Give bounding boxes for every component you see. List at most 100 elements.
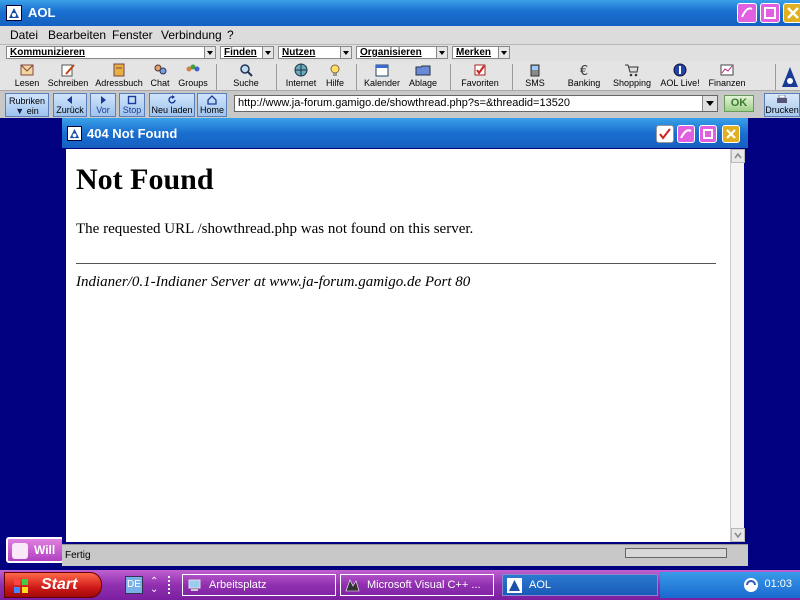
tool-label: Chat bbox=[150, 78, 170, 88]
desktop-background bbox=[0, 118, 60, 566]
language-indicator[interactable]: DE bbox=[125, 576, 143, 594]
reload-button[interactable]: Neu laden bbox=[149, 93, 195, 117]
menu-bar: Datei Bearbeiten Fenster Verbindung ? bbox=[0, 26, 800, 45]
page-heading: Not Found bbox=[76, 163, 214, 196]
scroll-up-icon[interactable] bbox=[731, 149, 745, 163]
tool-label: SMS bbox=[525, 78, 545, 88]
tool-label: AOL Live! bbox=[660, 78, 700, 88]
side-tab[interactable]: Will bbox=[6, 537, 64, 563]
channel-finden[interactable]: Finden bbox=[220, 46, 274, 59]
tool-suche[interactable]: Suche bbox=[230, 63, 262, 88]
channel-organisieren[interactable]: Organisieren bbox=[356, 46, 448, 59]
close-button[interactable] bbox=[783, 3, 800, 23]
tool-adressbuch[interactable]: Adressbuch bbox=[94, 63, 144, 88]
windows-flag-icon bbox=[14, 579, 28, 593]
channel-merken[interactable]: Merken bbox=[452, 46, 510, 59]
window-close-button[interactable] bbox=[722, 125, 740, 143]
toolbar-separator bbox=[450, 64, 451, 90]
window-minimize-button[interactable] bbox=[677, 125, 695, 143]
chat-icon bbox=[154, 64, 167, 75]
tool-favoriten[interactable]: Favoriten bbox=[458, 63, 502, 88]
live-icon bbox=[673, 63, 687, 77]
reload-icon bbox=[168, 95, 176, 104]
menu-bearbeiten[interactable]: Bearbeiten bbox=[48, 28, 106, 42]
tool-label: Suche bbox=[233, 78, 259, 88]
tool-schreiben[interactable]: Schreiben bbox=[46, 63, 90, 88]
start-label: Start bbox=[41, 576, 78, 593]
print-label: Drucken bbox=[765, 105, 799, 115]
tool-aol-live[interactable]: AOL Live! bbox=[658, 63, 702, 88]
menu-help[interactable]: ? bbox=[227, 28, 234, 42]
minimize-button[interactable] bbox=[737, 3, 757, 23]
side-tab-label: Will bbox=[34, 543, 56, 557]
back-button[interactable]: Zurück bbox=[53, 93, 87, 117]
menu-fenster[interactable]: Fenster bbox=[112, 28, 153, 42]
tool-label: Internet bbox=[285, 78, 317, 88]
toolbar-separator bbox=[512, 64, 513, 90]
menu-verbindung[interactable]: Verbindung bbox=[161, 28, 222, 42]
progress-bar bbox=[625, 548, 727, 558]
print-button[interactable]: Drucken bbox=[764, 93, 800, 117]
channel-nutzen[interactable]: Nutzen bbox=[278, 46, 352, 59]
window-title: 404 Not Found bbox=[87, 126, 178, 141]
chevron-down-icon[interactable] bbox=[204, 47, 215, 58]
tool-label: Shopping bbox=[612, 78, 652, 88]
task-visual-cpp[interactable]: Microsoft Visual C++ ... bbox=[340, 574, 494, 596]
tool-chat[interactable]: Chat bbox=[148, 63, 172, 88]
server-signature: Indianer/0.1-Indianer Server at www.ja-f… bbox=[76, 274, 471, 290]
clock[interactable]: 01:03 bbox=[764, 578, 792, 590]
channel-label: Kommunizieren bbox=[10, 47, 86, 58]
tool-lesen[interactable]: Lesen bbox=[12, 63, 42, 88]
url-input[interactable]: http://www.ja-forum.gamigo.de/showthread… bbox=[234, 95, 718, 112]
tool-kalender[interactable]: Kalender bbox=[362, 63, 402, 88]
tool-sms[interactable]: SMS bbox=[522, 63, 548, 88]
vertical-scrollbar[interactable] bbox=[730, 149, 745, 542]
start-button[interactable]: Start bbox=[4, 572, 102, 598]
maximize-button[interactable] bbox=[760, 3, 780, 23]
chevron-down-icon[interactable] bbox=[436, 47, 447, 58]
stop-button[interactable]: Stop bbox=[119, 93, 145, 117]
tool-finanzen[interactable]: Finanzen bbox=[706, 63, 748, 88]
chevron-down-icon[interactable] bbox=[262, 47, 273, 58]
menu-datei[interactable]: Datei bbox=[10, 28, 38, 42]
aol-logo-icon bbox=[507, 578, 522, 593]
status-bar: Fertig bbox=[62, 544, 748, 566]
tool-banking[interactable]: € Banking bbox=[566, 63, 602, 88]
channel-label: Merken bbox=[456, 47, 492, 58]
channel-label: Nutzen bbox=[282, 47, 316, 58]
scroll-down-icon[interactable] bbox=[731, 528, 745, 542]
tool-shopping[interactable]: Shopping bbox=[612, 63, 652, 88]
aol-logo-icon bbox=[6, 5, 22, 21]
task-aol[interactable]: AOL bbox=[502, 574, 658, 596]
tool-groups[interactable]: Groups bbox=[176, 63, 210, 88]
chevron-down-icon[interactable]: ⌄ bbox=[150, 584, 158, 595]
forward-button[interactable]: Vor bbox=[90, 93, 116, 117]
tool-label: Finanzen bbox=[708, 78, 746, 88]
task-arbeitsplatz[interactable]: Arbeitsplatz bbox=[182, 574, 336, 596]
app-titlebar[interactable]: AOL bbox=[0, 0, 800, 26]
chevron-down-icon[interactable] bbox=[702, 96, 717, 111]
chevron-down-icon[interactable] bbox=[340, 47, 351, 58]
cart-icon bbox=[625, 64, 639, 77]
window-titlebar[interactable]: 404 Not Found bbox=[62, 118, 748, 148]
tool-internet[interactable]: Internet bbox=[284, 63, 318, 88]
task-label: Microsoft Visual C++ ... bbox=[367, 579, 481, 591]
reload-label: Neu laden bbox=[151, 105, 193, 115]
ok-button[interactable]: OK bbox=[724, 95, 754, 112]
taskbar-grip[interactable] bbox=[168, 576, 176, 594]
forward-label: Vor bbox=[96, 105, 110, 115]
rubriken-label-2: ▼ ein bbox=[6, 106, 48, 116]
taskbar: Start DE ⌃ ⌄ Arbeitsplatz Microsoft Visu… bbox=[0, 570, 800, 600]
chevron-down-icon[interactable] bbox=[498, 47, 509, 58]
tool-hilfe[interactable]: Hilfe bbox=[322, 63, 348, 88]
network-icon[interactable] bbox=[742, 576, 760, 594]
window-maximize-button[interactable] bbox=[699, 125, 717, 143]
rubriken-label: Rubriken bbox=[8, 96, 46, 106]
channel-kommunizieren[interactable]: Kommunizieren bbox=[6, 46, 216, 59]
home-icon bbox=[207, 95, 217, 105]
favorite-heart-button[interactable] bbox=[656, 125, 674, 143]
tool-ablage[interactable]: Ablage bbox=[406, 63, 440, 88]
home-button[interactable]: Home bbox=[197, 93, 227, 117]
tool-label: Hilfe bbox=[325, 78, 344, 88]
rubriken-button[interactable]: Rubriken ▼ ein bbox=[5, 93, 49, 117]
